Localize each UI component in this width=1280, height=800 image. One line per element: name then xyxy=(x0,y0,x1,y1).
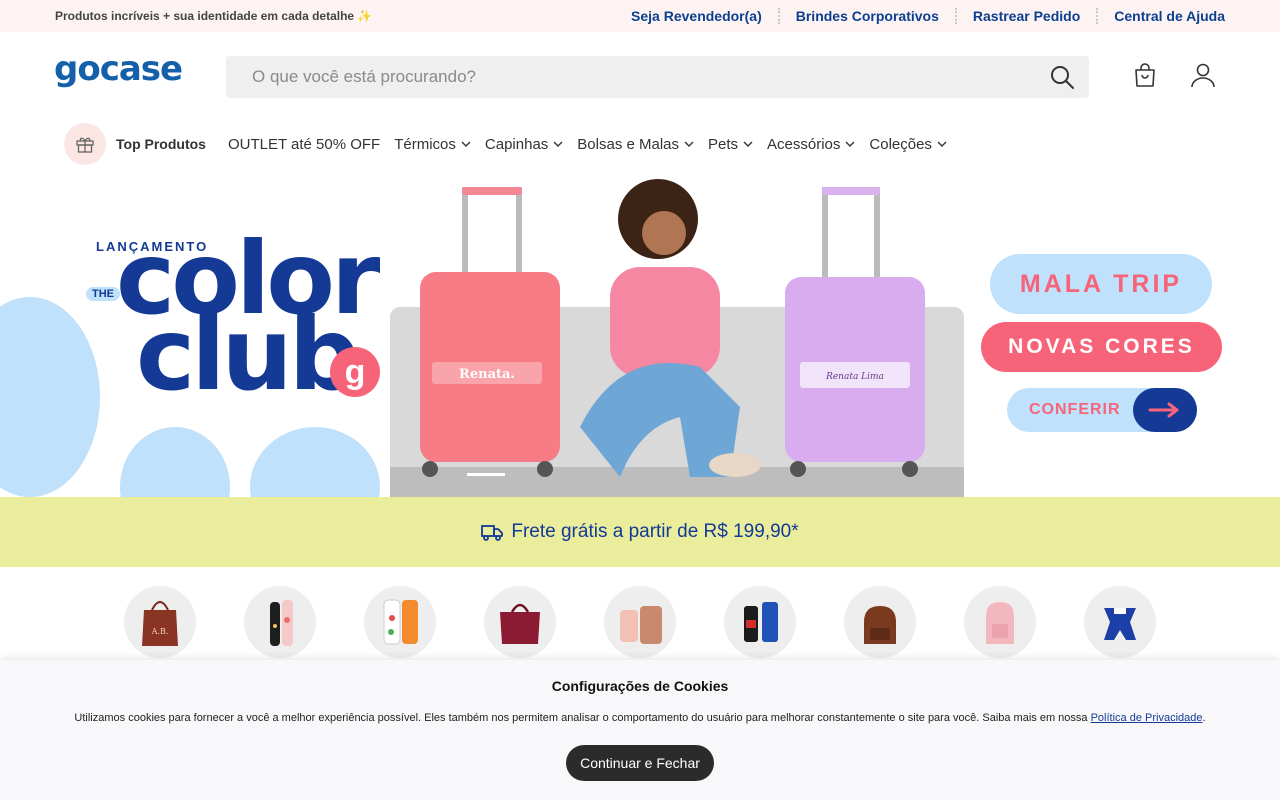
carousel-dot[interactable] xyxy=(467,473,505,476)
category-pets[interactable] xyxy=(1084,586,1156,658)
tote-bag-icon: A.B. xyxy=(142,601,178,646)
conferir-button[interactable]: CONFERIR xyxy=(1007,388,1197,432)
cookie-period: . xyxy=(1202,712,1206,724)
the-label: THE xyxy=(86,287,120,301)
nav-termicos-label: Térmicos xyxy=(394,135,456,153)
search-input[interactable] xyxy=(252,67,1049,87)
tumblers-icon xyxy=(744,602,778,642)
separator xyxy=(777,8,780,24)
luggage-name-2: Renata Lima xyxy=(825,372,884,382)
hero-banner[interactable]: LANÇAMENTO color THE club g Renata. Rena… xyxy=(0,177,1280,497)
category-tumblers[interactable] xyxy=(724,586,796,658)
carousel-dots xyxy=(467,473,505,476)
user-icon[interactable] xyxy=(1190,62,1216,88)
nav-pets[interactable]: Pets xyxy=(708,136,753,153)
nav-outlet[interactable]: OUTLET até 50% OFF xyxy=(228,136,380,153)
shipping-text: Frete grátis a partir de R$ 199,90* xyxy=(511,521,799,542)
shipping-bar: Frete grátis a partir de R$ 199,90* xyxy=(0,497,1280,567)
category-tote-bags[interactable]: A.B. xyxy=(124,586,196,658)
top-bar: Produtos incríveis + sua identidade em c… xyxy=(0,0,1280,32)
luggage-set-icon xyxy=(620,606,662,644)
chevron-down-icon xyxy=(553,141,563,147)
chevron-down-icon xyxy=(684,141,694,147)
conferir-label: CONFERIR xyxy=(1029,401,1121,418)
search-bar xyxy=(226,56,1089,98)
decor-blob xyxy=(0,297,100,497)
top-products-badge[interactable] xyxy=(64,123,106,165)
nav-bolsas-malas-label: Bolsas e Malas xyxy=(577,135,680,153)
privacy-policy-link[interactable]: Política de Privacidade xyxy=(1091,712,1203,724)
category-phone-cases[interactable] xyxy=(364,586,436,658)
cookie-text: Utilizamos cookies para fornecer a você … xyxy=(0,712,1280,724)
reseller-link[interactable]: Seja Revendedor(a) xyxy=(631,8,762,24)
separator xyxy=(954,8,957,24)
cart-icon[interactable] xyxy=(1132,62,1158,88)
pink-backpack-icon xyxy=(986,602,1014,644)
g-badge: g xyxy=(330,347,380,397)
separator xyxy=(1096,8,1099,24)
gift-icon xyxy=(76,137,94,153)
promo-text: Produtos incríveis + sua identidade em c… xyxy=(55,9,373,23)
decor-blob xyxy=(120,427,230,497)
nav-colecoes-label: Coleções xyxy=(869,135,932,153)
logo-text: gocase xyxy=(54,50,182,89)
chevron-down-icon xyxy=(845,141,855,147)
nav-bolsas-malas[interactable]: Bolsas e Malas xyxy=(577,136,694,153)
track-order-link[interactable]: Rastrear Pedido xyxy=(973,8,1080,24)
banner-photo: Renata. Renata Lima xyxy=(380,177,974,497)
nav-acessorios-label: Acessórios xyxy=(767,135,841,153)
category-carousel: A.B. xyxy=(124,586,1156,658)
category-travel-bags[interactable] xyxy=(484,586,556,658)
travel-bag-icon xyxy=(500,603,540,644)
pet-harness-icon xyxy=(1104,608,1136,640)
decor-blob xyxy=(250,427,380,497)
headline-club: club xyxy=(136,296,360,413)
truck-icon xyxy=(481,525,504,541)
nav-pets-label: Pets xyxy=(708,135,739,153)
continue-close-button[interactable]: Continuar e Fechar xyxy=(566,745,714,781)
category-kids-backpacks[interactable] xyxy=(964,586,1036,658)
top-links: Seja Revendedor(a) Brindes Corporativos … xyxy=(631,8,1225,24)
nav-acessorios[interactable]: Acessórios xyxy=(767,136,855,153)
nav-outlet-label: OUTLET até 50% OFF xyxy=(227,135,381,153)
page: Produtos incríveis + sua identidade em c… xyxy=(0,0,1280,800)
chevron-down-icon xyxy=(937,141,947,147)
main-nav: Top Produtos OUTLET até 50% OFF Térmicos… xyxy=(64,122,961,166)
nav-top-products[interactable]: Top Produtos xyxy=(116,136,206,152)
cookie-body: Utilizamos cookies para fornecer a você … xyxy=(74,712,1088,724)
mala-trip-text: MALA TRIP xyxy=(1019,269,1183,298)
corporate-gifts-link[interactable]: Brindes Corporativos xyxy=(796,8,939,24)
cookie-title: Configurações de Cookies xyxy=(551,678,729,694)
bottles-icon xyxy=(270,600,293,646)
nav-colecoes[interactable]: Coleções xyxy=(869,136,947,153)
new-colors-text: NOVAS CORES xyxy=(1008,335,1195,358)
cookie-banner: Configurações de Cookies Utilizamos cook… xyxy=(0,660,1280,800)
nav-capinhas-label: Capinhas xyxy=(484,135,549,153)
help-center-link[interactable]: Central de Ajuda xyxy=(1114,8,1225,24)
luggage-name-1: Renata. xyxy=(459,367,515,382)
tote-initials: A.B. xyxy=(151,627,169,636)
gocase-logo[interactable]: gocase xyxy=(54,50,184,94)
chevron-down-icon xyxy=(743,141,753,147)
category-backpacks[interactable] xyxy=(844,586,916,658)
category-bottles[interactable] xyxy=(244,586,316,658)
new-colors-pill: NOVAS CORES xyxy=(981,322,1222,372)
nav-capinhas[interactable]: Capinhas xyxy=(485,136,563,153)
backpack-icon xyxy=(864,606,896,644)
mala-trip-pill: MALA TRIP xyxy=(990,254,1212,314)
nav-termicos[interactable]: Térmicos xyxy=(394,136,471,153)
category-luggage[interactable] xyxy=(604,586,676,658)
arrow-right-icon xyxy=(1133,388,1197,432)
chevron-down-icon xyxy=(461,141,471,147)
phone-cases-icon xyxy=(383,599,418,645)
search-icon[interactable] xyxy=(1049,64,1075,90)
